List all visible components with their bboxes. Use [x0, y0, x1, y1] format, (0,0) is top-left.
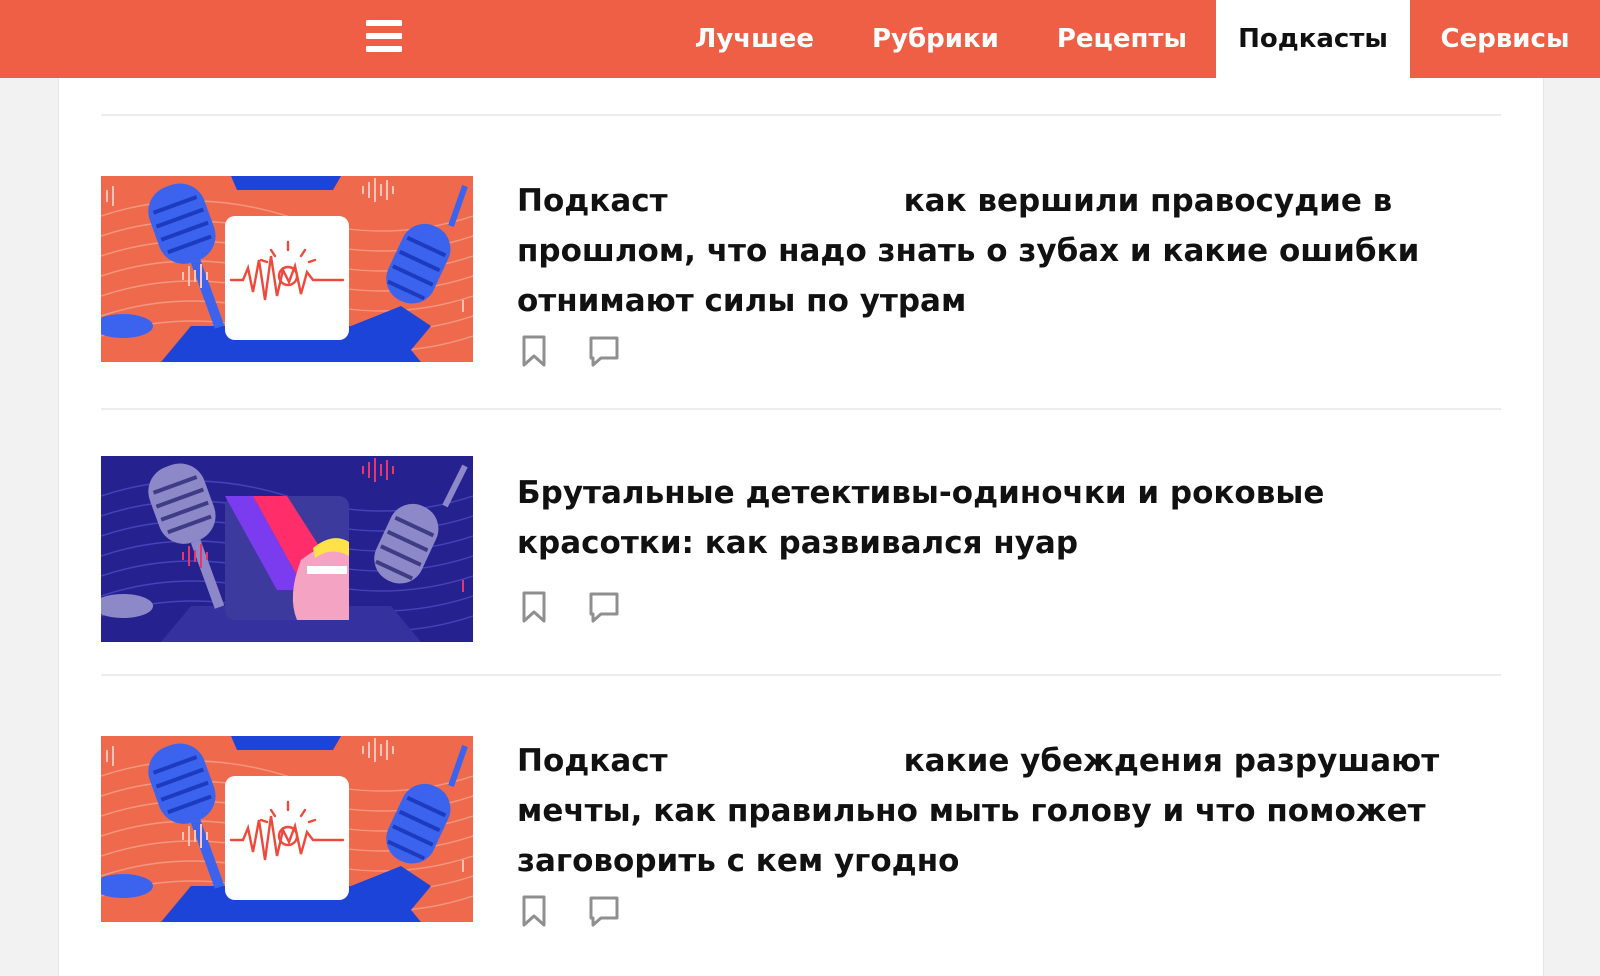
- article-list: Подкаст как вершили правосудие в прошлом,…: [58, 78, 1544, 976]
- divider: [101, 408, 1501, 410]
- comment-icon[interactable]: [587, 334, 621, 368]
- main-nav: Лучшее Рубрики Рецепты Подкасты Сервисы: [666, 0, 1600, 78]
- article-thumbnail-orange-podcast[interactable]: [101, 736, 473, 922]
- hamburger-menu-icon[interactable]: [366, 20, 402, 52]
- divider: [101, 674, 1501, 676]
- nav-item-recipes[interactable]: Рецепты: [1028, 0, 1216, 78]
- top-navigation-bar: Лучшее Рубрики Рецепты Подкасты Сервисы: [0, 0, 1600, 78]
- nav-item-rubrics[interactable]: Рубрики: [843, 0, 1028, 78]
- nav-item-podcasts[interactable]: Подкасты: [1216, 0, 1410, 78]
- nav-item-best[interactable]: Лучшее: [666, 0, 843, 78]
- article-actions: [517, 334, 621, 368]
- article-title[interactable]: Брутальные детективы-одиночки и роковые …: [517, 468, 1477, 568]
- article-actions: [517, 590, 621, 624]
- article-thumbnail-orange-podcast[interactable]: [101, 176, 473, 362]
- bookmark-icon[interactable]: [517, 590, 551, 624]
- bookmark-icon[interactable]: [517, 334, 551, 368]
- article-title[interactable]: Подкаст какие убеждения разрушают мечты, …: [517, 736, 1477, 886]
- comment-icon[interactable]: [587, 590, 621, 624]
- divider: [101, 114, 1501, 116]
- article-thumbnail-purple-noir[interactable]: [101, 456, 473, 642]
- nav-item-services[interactable]: Сервисы: [1410, 0, 1600, 78]
- article-title[interactable]: Подкаст как вершили правосудие в прошлом,…: [517, 176, 1477, 326]
- bookmark-icon[interactable]: [517, 894, 551, 928]
- comment-icon[interactable]: [587, 894, 621, 928]
- article-actions: [517, 894, 621, 928]
